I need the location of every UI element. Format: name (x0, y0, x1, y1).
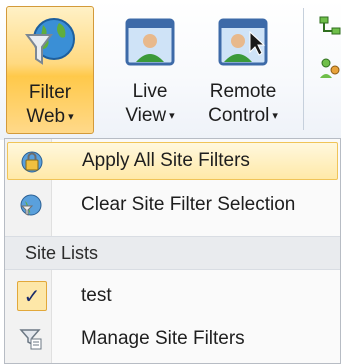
network-icon[interactable] (318, 14, 341, 38)
chevron-down-icon: ▾ (68, 111, 74, 123)
filter-web-dropdown-menu: Apply All Site Filters Clear Site Filter… (4, 138, 341, 364)
site-lists-header: Site Lists (5, 236, 340, 270)
menu-item-apply-all-site-filters[interactable]: Apply All Site Filters (7, 142, 338, 180)
site-list-label: test (81, 285, 112, 306)
chevron-down-icon: ▾ (169, 110, 175, 122)
chevron-down-icon: ▾ (272, 110, 278, 122)
menu-item-manage-site-filters[interactable]: Manage Site Filters (7, 320, 338, 358)
live-view-icon (125, 18, 175, 66)
filter-web-label: Filter Web ▾ (26, 82, 74, 127)
globe-funnel-icon (25, 18, 75, 65)
menu-item-label: Clear Site Filter Selection (81, 194, 296, 215)
ribbon-separator (303, 8, 304, 130)
filter-web-button[interactable]: Filter Web ▾ (6, 6, 94, 134)
menu-item-label: Manage Site Filters (81, 328, 245, 349)
live-view-label: Live View ▾ (125, 81, 175, 126)
lock-globe-icon (21, 151, 43, 173)
site-list-item-test[interactable]: ✓ test (7, 277, 338, 315)
remote-control-icon (218, 18, 268, 66)
remote-control-label: Remote Control ▾ (208, 81, 278, 126)
users-icon[interactable] (318, 56, 341, 80)
globe-clear-icon (20, 194, 42, 216)
live-view-button[interactable]: Live View ▾ (110, 6, 190, 134)
menu-item-label: Apply All Site Filters (82, 150, 250, 171)
funnel-list-icon (19, 329, 42, 350)
menu-item-clear-site-filter-selection[interactable]: Clear Site Filter Selection (7, 186, 338, 224)
remote-control-button[interactable]: Remote Control ▾ (193, 6, 293, 134)
site-lists-header-text: Site Lists (25, 243, 99, 263)
ribbon: Filter Web ▾ Live View ▾ Remote Control ▾ (0, 0, 341, 140)
checkmark-icon: ✓ (17, 281, 47, 311)
